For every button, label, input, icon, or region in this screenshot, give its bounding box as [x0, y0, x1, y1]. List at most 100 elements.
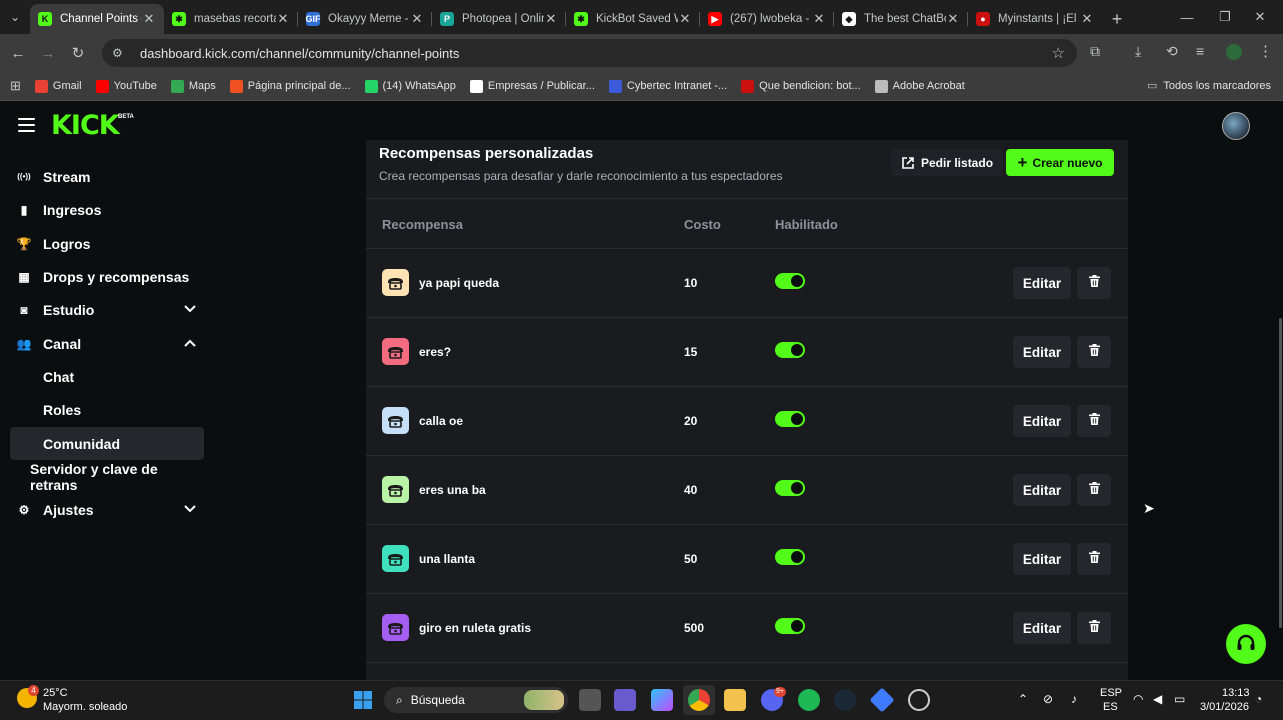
edit-button[interactable]: Editar [1013, 543, 1071, 575]
extensions-icon[interactable]: ⧉ [1090, 43, 1110, 63]
bookmark-star-icon[interactable]: ☆ [1052, 44, 1065, 62]
request-list-button[interactable]: Pedir listado [891, 149, 1004, 176]
download-icon[interactable]: ⤓ [1135, 43, 1155, 63]
chevron-up-icon[interactable] [184, 336, 196, 350]
sidebar-item-roles[interactable]: Roles [10, 393, 204, 426]
copilot-icon[interactable] [651, 689, 673, 711]
menu-dots-icon[interactable]: ⋮ [1258, 42, 1273, 60]
tab-close-icon[interactable]: ✕ [812, 11, 826, 27]
site-info-icon[interactable]: ⚙ [112, 46, 130, 60]
chevron-down-icon[interactable] [184, 302, 196, 316]
sidebar-item-logros[interactable]: 🏆 Logros [10, 227, 204, 260]
enabled-toggle[interactable] [775, 618, 805, 634]
sidebar-item-comunidad[interactable]: Comunidad [10, 427, 204, 460]
hamburger-menu-icon[interactable] [18, 118, 35, 132]
tab-close-icon[interactable]: ✕ [276, 11, 290, 27]
support-chat-button[interactable] [1226, 624, 1266, 664]
delete-button[interactable] [1077, 543, 1111, 575]
forward-icon[interactable]: → [33, 38, 63, 68]
bookmark-item[interactable]: Empresas / Publicar... [469, 79, 595, 93]
tab-close-icon[interactable]: ✕ [946, 11, 960, 27]
tab-search-icon[interactable]: ⌄ [0, 0, 30, 34]
sidebar-item-stream[interactable]: ((•)) Stream [10, 160, 204, 193]
sidebar-item-chat[interactable]: Chat [10, 360, 204, 393]
delete-button[interactable] [1077, 267, 1111, 299]
spotify-icon[interactable] [798, 689, 820, 711]
bookmark-item[interactable]: Cybertec Intranet -... [608, 79, 727, 93]
back-icon[interactable]: ← [3, 38, 33, 68]
enabled-toggle[interactable] [775, 411, 805, 427]
steam-icon[interactable] [834, 689, 856, 711]
browser-tab[interactable]: ✱ KickBot Saved W ✕ [566, 4, 700, 34]
sidebar-item-canal[interactable]: 👥 Canal [10, 327, 204, 360]
edit-button[interactable]: Editar [1013, 267, 1071, 299]
language-code[interactable]: ESP [1100, 687, 1122, 699]
address-bar[interactable]: ⚙ dashboard.kick.com/channel/community/c… [102, 39, 1077, 67]
close-window-icon[interactable]: ✕ [1237, 0, 1283, 34]
tab-close-icon[interactable]: ✕ [678, 11, 692, 27]
chat-app-icon[interactable] [614, 689, 636, 711]
file-explorer-icon[interactable] [724, 689, 746, 711]
bookmark-item[interactable]: Gmail [34, 79, 82, 93]
obs-icon[interactable] [908, 689, 930, 711]
bookmark-item[interactable]: YouTube [95, 79, 157, 93]
create-new-button[interactable]: + Crear nuevo [1006, 149, 1114, 176]
enabled-toggle[interactable] [775, 273, 805, 289]
bookmark-item[interactable]: (14) WhatsApp [364, 79, 456, 93]
sidebar-item-ingresos[interactable]: ▮ Ingresos [10, 193, 204, 226]
bookmark-item[interactable]: Maps [170, 79, 216, 93]
all-bookmarks-folder[interactable]: ▭ Todos los marcadores [1147, 79, 1271, 93]
wifi-icon[interactable]: ◠ [1133, 692, 1143, 706]
delete-button[interactable] [1077, 405, 1111, 437]
task-view-icon[interactable] [579, 689, 601, 711]
apps-grid-icon[interactable]: ⊞ [10, 78, 21, 94]
enabled-toggle[interactable] [775, 480, 805, 496]
delete-button[interactable] [1077, 336, 1111, 368]
edit-button[interactable]: Editar [1013, 405, 1071, 437]
sync-icon[interactable]: ⟲ [1166, 43, 1186, 63]
new-tab-button[interactable]: + [1102, 4, 1132, 34]
chevron-down-icon[interactable] [184, 502, 196, 516]
browser-tab[interactable]: GIF Okayyy Meme - ✕ [298, 4, 432, 34]
user-avatar[interactable] [1222, 112, 1250, 140]
browser-tab[interactable]: ✱ masebas recorta ✕ [164, 4, 298, 34]
sidebar-item-drops[interactable]: ▦ Drops y recompensas [10, 260, 204, 293]
profile-icon[interactable] [1226, 44, 1242, 60]
network-off-icon[interactable]: ⊘ [1043, 692, 1053, 706]
windows-start-icon[interactable] [352, 689, 374, 711]
tray-chevron-icon[interactable]: ⌃ [1018, 692, 1028, 706]
bookmark-item[interactable]: Que bendicion: bot... [741, 79, 861, 93]
tab-close-icon[interactable]: ✕ [410, 11, 424, 27]
media-icon[interactable]: ≡ [1196, 43, 1216, 63]
browser-tab[interactable]: P Photopea | Onlin ✕ [432, 4, 566, 34]
sidebar-item-servidor[interactable]: Servidor y clave de retrans [10, 460, 204, 493]
clock-date[interactable]: 3/01/2026 [1200, 701, 1249, 713]
tab-close-icon[interactable]: ✕ [544, 11, 558, 27]
edit-button[interactable]: Editar [1013, 474, 1071, 506]
volume-icon[interactable]: ◀ [1153, 692, 1162, 706]
browser-tab[interactable]: K Channel Points - ✕ [30, 4, 164, 34]
sidebar-item-ajustes[interactable]: ⚙ Ajustes [10, 493, 204, 526]
browser-tab[interactable]: ▶ (267) lwobeka - ✕ [700, 4, 834, 34]
enabled-toggle[interactable] [775, 549, 805, 565]
enabled-toggle[interactable] [775, 342, 805, 358]
chrome-icon[interactable] [688, 689, 710, 711]
microphone-icon[interactable]: ♪ [1071, 692, 1077, 706]
taskbar-search[interactable]: ⌕ Búsqueda [384, 687, 568, 713]
scrollbar[interactable] [1279, 318, 1282, 628]
edit-button[interactable]: Editar [1013, 612, 1071, 644]
tab-close-icon[interactable]: ✕ [1080, 11, 1094, 27]
clock-time[interactable]: 13:13 [1222, 687, 1250, 699]
browser-tab[interactable]: ◆ The best ChatBo ✕ [834, 4, 968, 34]
sidebar-item-estudio[interactable]: ◙ Estudio [10, 293, 204, 326]
notification-bell-icon[interactable]: ◔ [1255, 692, 1262, 706]
kick-logo[interactable]: KICK [51, 112, 120, 139]
tab-close-icon[interactable]: ✕ [142, 11, 156, 27]
battery-icon[interactable]: ▭ [1174, 692, 1185, 706]
reload-icon[interactable]: ↻ [63, 38, 93, 68]
bookmark-item[interactable]: Página principal de... [229, 79, 351, 93]
bookmark-item[interactable]: Adobe Acrobat [874, 79, 965, 93]
edit-button[interactable]: Editar [1013, 336, 1071, 368]
delete-button[interactable] [1077, 474, 1111, 506]
browser-tab[interactable]: ● Myinstants | ¡El s ✕ [968, 4, 1102, 34]
